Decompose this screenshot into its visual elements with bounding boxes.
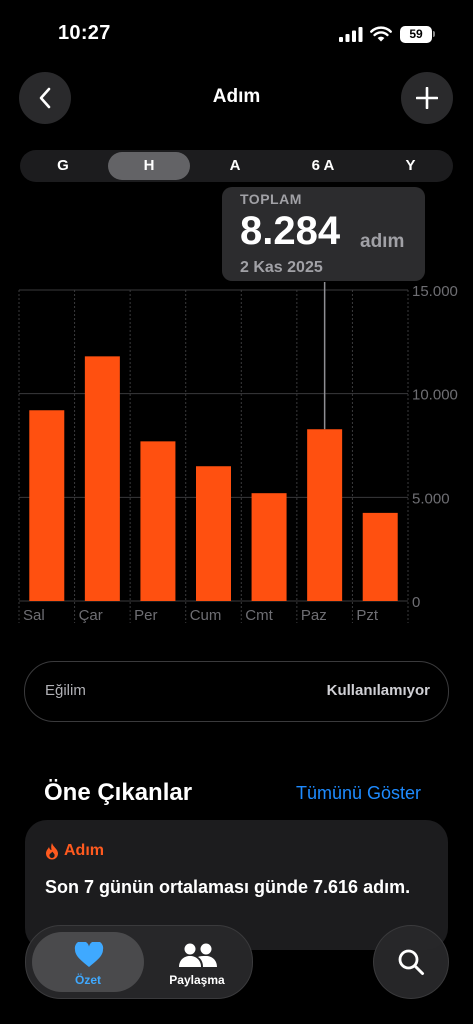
highlight-category: Adım (64, 842, 104, 859)
trend-value: Kullanılamıyor (326, 682, 430, 699)
bar-Pzt (362, 512, 398, 601)
time-range-segmented-control: G H A 6 A Y (20, 150, 453, 182)
search-icon (398, 949, 424, 975)
tab-bar: Özet Paylaşma (25, 925, 253, 999)
trend-label: Eğilim (45, 682, 86, 699)
tooltip-unit: adım (360, 231, 405, 252)
add-button[interactable] (401, 72, 453, 124)
x-tick-label: Sal (23, 607, 45, 624)
bar-Paz (307, 429, 343, 601)
plus-icon (416, 87, 438, 109)
tooltip-value: 8.284 (240, 209, 341, 253)
battery-indicator: 59 (400, 26, 432, 43)
wifi-icon (370, 26, 392, 42)
highlights-title: Öne Çıkanlar (44, 779, 193, 806)
people-icon (179, 943, 217, 967)
segment-week[interactable]: H (108, 152, 190, 180)
cellular-signal-icon (339, 27, 363, 42)
y-tick-label: 0 (412, 594, 420, 611)
bar-Sal (29, 410, 65, 601)
bar-Çar (84, 356, 120, 601)
x-tick-label: Per (134, 607, 157, 624)
bar-Per (140, 441, 176, 601)
bar-Cmt (251, 493, 287, 601)
trend-row[interactable]: Eğilim Kullanılamıyor (24, 661, 449, 722)
tooltip-label: TOPLAM (240, 191, 302, 207)
segment-month[interactable]: A (192, 150, 278, 182)
y-tick-label: 15.000 (412, 283, 458, 300)
x-tick-label: Paz (301, 607, 327, 624)
battery-tip (433, 31, 435, 37)
tab-sharing-label: Paylaşma (169, 973, 225, 987)
x-tick-label: Çar (79, 607, 103, 624)
total-tooltip: TOPLAM 8.284 adım 2 Kas 2025 (222, 187, 425, 281)
search-button[interactable] (373, 925, 449, 999)
tab-sharing[interactable]: Paylaşma (144, 932, 250, 992)
show-all-link[interactable]: Tümünü Göster (296, 783, 421, 804)
status-time: 10:27 (58, 22, 111, 44)
highlight-text: Son 7 günün ortalaması günde 7.616 adım. (45, 877, 411, 897)
tab-summary-label: Özet (74, 973, 101, 987)
segment-day[interactable]: G (20, 150, 106, 182)
y-tick-label: 5.000 (412, 490, 450, 507)
segment-year[interactable]: Y (368, 150, 453, 182)
x-tick-label: Cum (190, 607, 222, 624)
x-tick-label: Cmt (245, 607, 273, 624)
heart-icon (74, 942, 104, 967)
bar-Cum (196, 466, 231, 601)
segment-six-months[interactable]: 6 A (278, 150, 368, 182)
tab-summary[interactable]: Özet (32, 932, 144, 992)
y-tick-label: 10.000 (412, 387, 458, 404)
flame-icon (46, 843, 58, 860)
x-tick-label: Pzt (356, 607, 379, 624)
tooltip-date: 2 Kas 2025 (240, 259, 323, 276)
steps-bar-chart[interactable]: 0 5.000 10.000 15.000 Sal Çar Per Cum Cmt Paz Pzt (0, 282, 473, 627)
